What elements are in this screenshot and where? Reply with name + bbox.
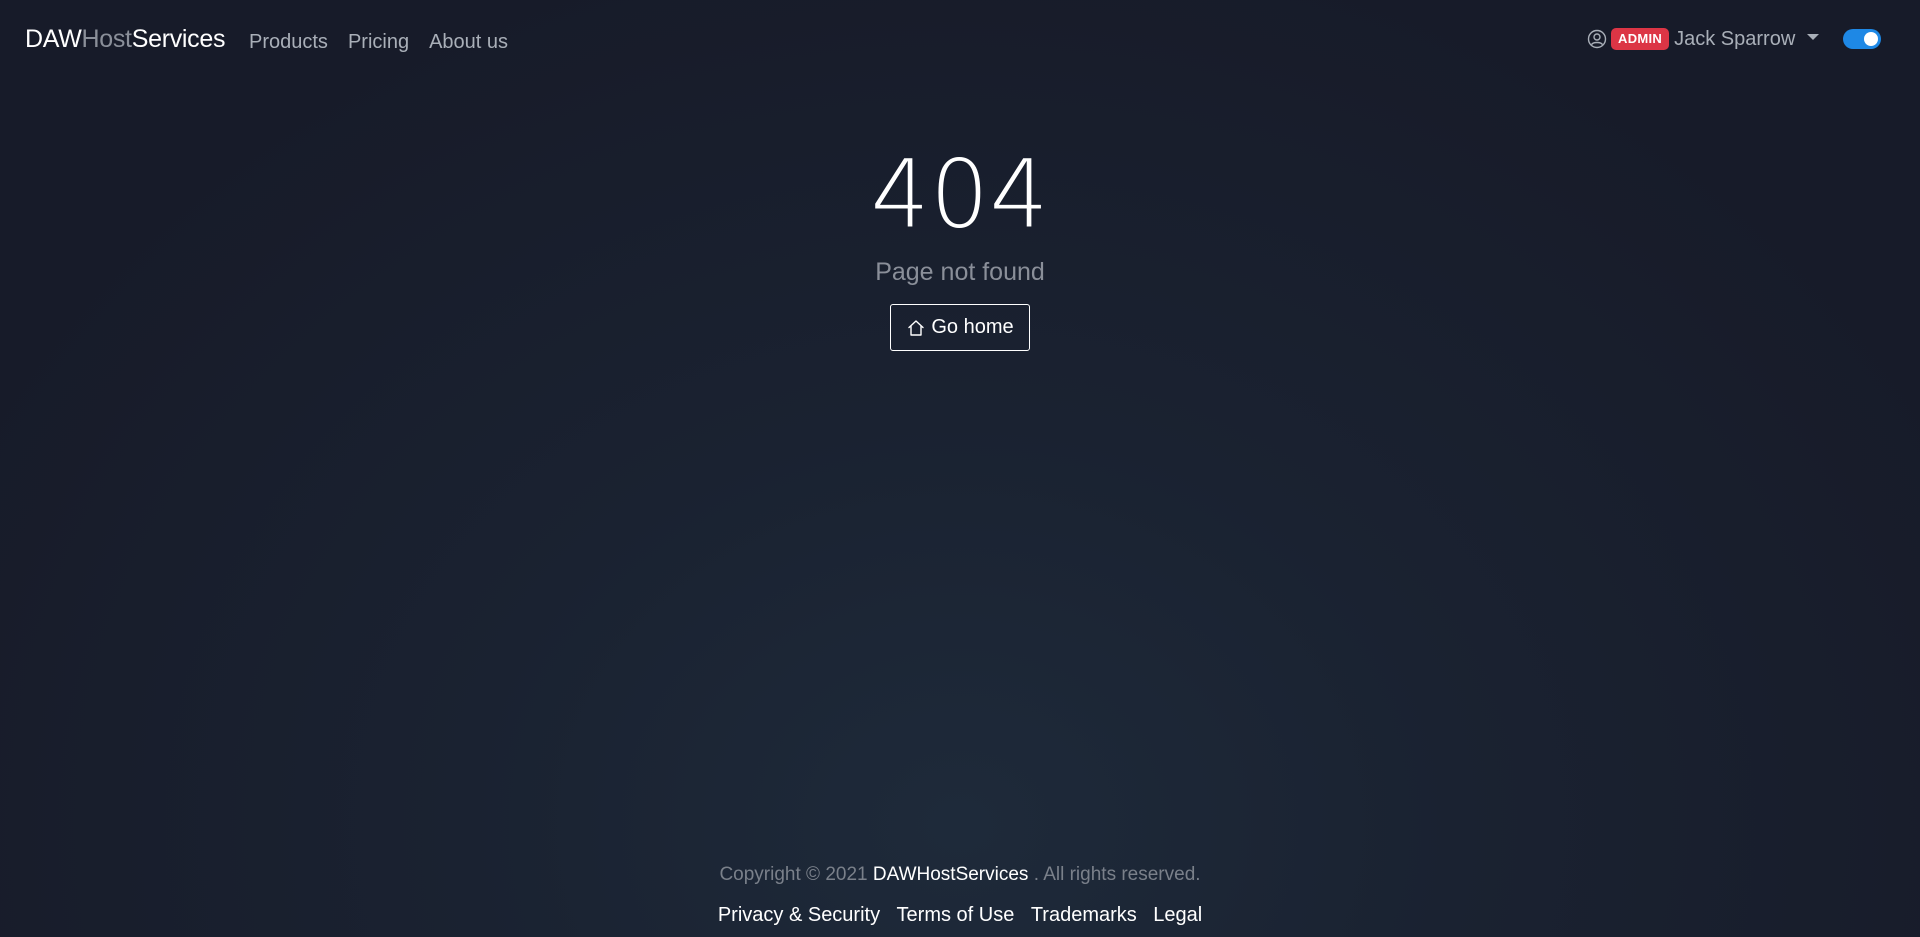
brand-part-host: Host	[81, 25, 133, 53]
nav-link-pricing[interactable]: Pricing	[348, 29, 409, 55]
footer-links: Privacy & Security Terms of Use Trademar…	[0, 902, 1920, 928]
copyright-text: Copyright © 2021 DAWHostServices . All r…	[0, 862, 1920, 888]
brand-part-daw: DAW	[25, 25, 82, 53]
nav-links: Products Pricing About us	[249, 29, 528, 55]
brand-part-services: Services	[131, 25, 226, 53]
copyright-prefix: Copyright © 2021	[719, 864, 868, 885]
footer-link-legal[interactable]: Legal	[1153, 904, 1202, 926]
toggle-knob	[1864, 32, 1878, 46]
copyright-suffix: . All rights reserved.	[1033, 864, 1201, 885]
theme-toggle-switch[interactable]	[1843, 29, 1881, 49]
house-icon	[906, 318, 926, 338]
footer-link-trademarks[interactable]: Trademarks	[1031, 904, 1137, 926]
user-name: Jack Sparrow	[1674, 28, 1796, 50]
user-menu-dropdown[interactable]: ADMIN Jack Sparrow	[1587, 26, 1820, 52]
go-home-label: Go home	[931, 316, 1014, 338]
error-content: 404 Page not found Go home	[0, 140, 1920, 351]
user-circle-icon	[1587, 29, 1607, 49]
caret-down-icon	[1807, 34, 1820, 40]
nav-link-products[interactable]: Products	[249, 29, 328, 55]
error-message: Page not found	[875, 258, 1045, 286]
admin-role-badge: ADMIN	[1611, 28, 1670, 50]
page-footer: Copyright © 2021 DAWHostServices . All r…	[0, 862, 1920, 928]
go-home-button[interactable]: Go home	[890, 304, 1030, 351]
footer-link-privacy-security[interactable]: Privacy & Security	[718, 904, 880, 926]
brand-logo[interactable]: DAWHostServices	[25, 24, 225, 54]
footer-link-terms-of-use[interactable]: Terms of Use	[897, 904, 1015, 926]
copyright-brand-link[interactable]: DAWHostServices	[873, 864, 1029, 885]
nav-link-about-us[interactable]: About us	[429, 29, 508, 55]
error-code: 404	[870, 139, 1050, 250]
top-navbar: DAWHostServices Products Pricing About u…	[0, 0, 1920, 80]
